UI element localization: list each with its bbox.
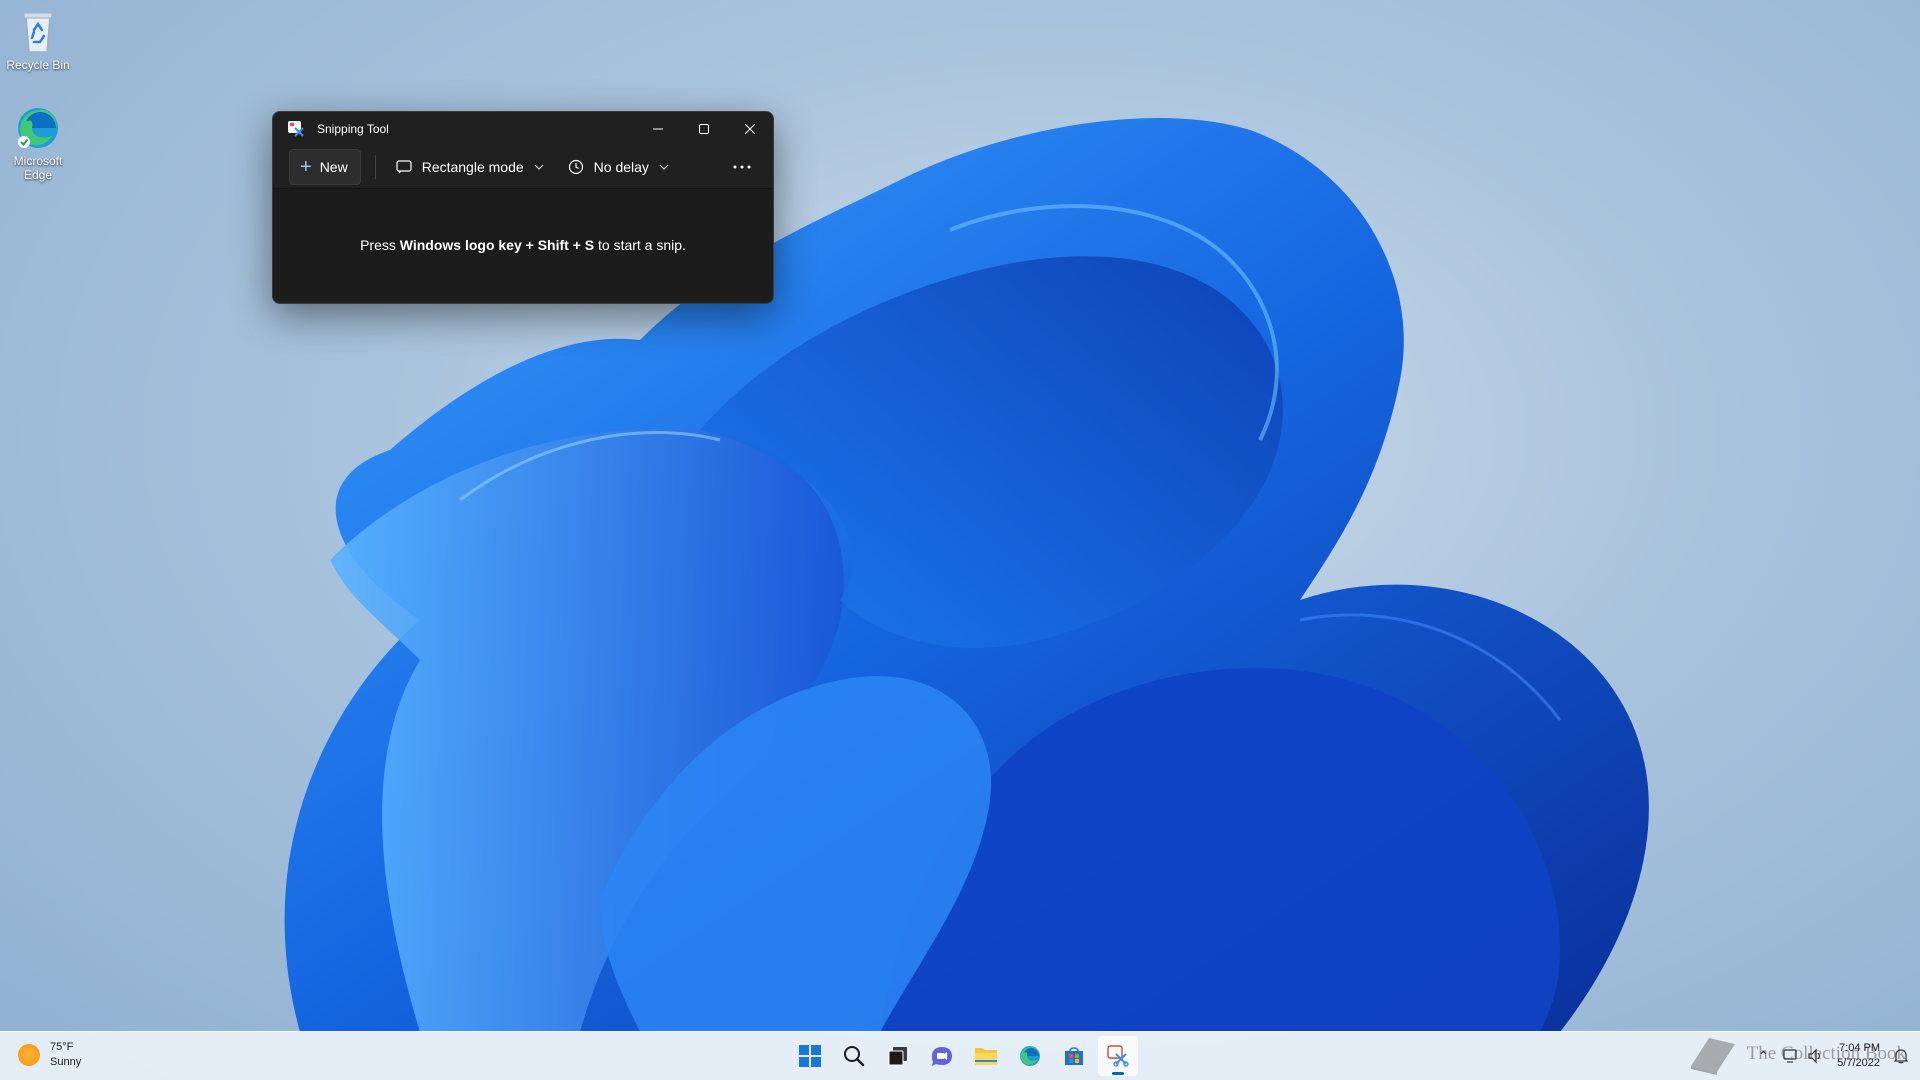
snip-instructions: Press Windows logo key + Shift + S to st…: [273, 189, 773, 301]
taskbar: 75°F Sunny ⌃ 7:04 PM 5/7/2022 The Collec…: [0, 1031, 1920, 1080]
toolbar-divider: [374, 155, 376, 179]
chevron-down-icon: [659, 164, 669, 170]
clock-time: 7:04 PM: [1839, 1042, 1880, 1054]
book-icon: [1690, 1038, 1735, 1075]
rectangle-mode-icon: [396, 160, 412, 174]
toolbar: + New Rectangle mode No delay: [273, 146, 773, 189]
plus-icon: +: [300, 156, 312, 178]
store-icon: [1065, 1047, 1083, 1065]
instruction-keys: Windows logo key + Shift + S: [399, 237, 595, 253]
notifications-icon[interactable]: [1894, 1048, 1908, 1064]
weather-temp: 75°F: [50, 1041, 74, 1053]
delay-label: No delay: [593, 159, 649, 175]
window-title: Snipping Tool: [317, 122, 389, 136]
file-explorer-button[interactable]: [966, 1036, 1006, 1076]
instruction-prefix: Press: [360, 237, 400, 253]
minimize-button[interactable]: [635, 112, 681, 146]
minimize-icon: [653, 128, 663, 130]
volume-icon[interactable]: [1807, 1048, 1823, 1064]
start-icon: [799, 1045, 821, 1067]
edge-icon: [1020, 1046, 1040, 1066]
clock[interactable]: 7:04 PM 5/7/2022: [1837, 1041, 1880, 1071]
task-view-icon: [888, 1047, 907, 1066]
delay-dropdown[interactable]: No delay: [562, 150, 675, 184]
file-explorer-icon: [975, 1048, 997, 1065]
instruction-suffix: to start a snip.: [594, 237, 686, 253]
new-snip-label: New: [319, 159, 348, 175]
snipping-tool-icon: [287, 120, 305, 138]
search-icon: [844, 1046, 865, 1067]
taskbar-apps: [788, 1036, 1140, 1076]
snipping-tool-window[interactable]: Snipping Tool + New Rectangle mode No de…: [272, 111, 774, 304]
title-bar[interactable]: Snipping Tool: [273, 112, 773, 146]
clock-date: 5/7/2022: [1837, 1057, 1880, 1069]
system-tray: ⌃ 7:04 PM 5/7/2022: [1757, 1032, 1920, 1080]
start-button[interactable]: [790, 1036, 830, 1076]
edge-button[interactable]: [1010, 1036, 1050, 1076]
teams-chat-button[interactable]: [922, 1036, 962, 1076]
close-button[interactable]: [727, 112, 773, 146]
recycle-bin-icon: [14, 8, 62, 56]
close-icon: [745, 124, 755, 134]
more-options-button[interactable]: [725, 150, 759, 184]
show-hidden-icons-button[interactable]: ⌃: [1757, 1048, 1769, 1065]
desktop-icon-label: Recycle Bin: [6, 58, 70, 72]
weather-condition: Sunny: [50, 1056, 82, 1068]
snipping-tool-taskbar-button[interactable]: [1098, 1036, 1138, 1076]
network-icon[interactable]: [1783, 1048, 1799, 1064]
maximize-icon: [699, 124, 709, 134]
snipping-tool-icon: [1107, 1045, 1129, 1067]
desktop-icon-recycle-bin[interactable]: Recycle Bin: [0, 8, 76, 72]
chevron-down-icon: [534, 164, 544, 170]
desktop-icon-edge[interactable]: Microsoft Edge: [0, 104, 76, 182]
clock-icon: [568, 159, 583, 175]
store-button[interactable]: [1054, 1036, 1094, 1076]
snip-mode-label: Rectangle mode: [421, 159, 524, 175]
more-icon: [733, 165, 751, 169]
sun-icon: [18, 1044, 40, 1066]
desktop-icon-label: Microsoft Edge: [13, 154, 63, 182]
maximize-button[interactable]: [681, 112, 727, 146]
new-snip-button[interactable]: + New: [289, 149, 361, 185]
search-button[interactable]: [834, 1036, 874, 1076]
snip-mode-dropdown[interactable]: Rectangle mode: [390, 150, 550, 184]
task-view-button[interactable]: [878, 1036, 918, 1076]
weather-widget[interactable]: 75°F Sunny: [18, 1040, 81, 1070]
edge-icon: [14, 104, 62, 152]
teams-chat-icon: [932, 1047, 952, 1066]
